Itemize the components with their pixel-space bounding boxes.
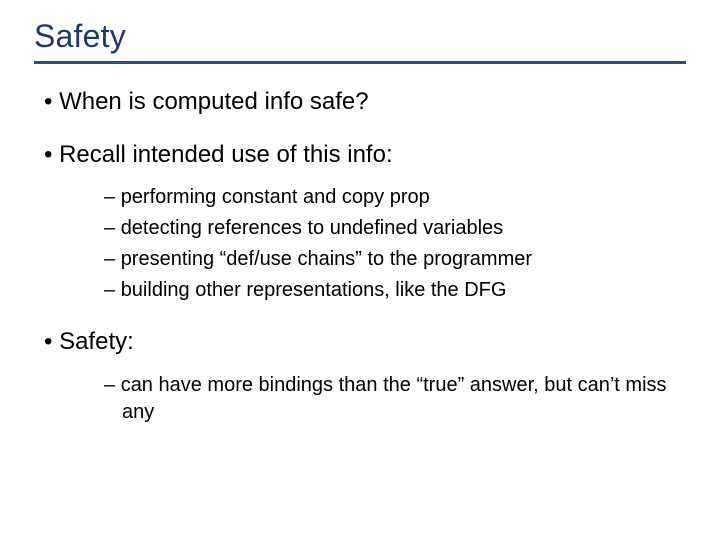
bullet-item: Recall intended use of this info: perfor… — [44, 139, 686, 304]
bullet-text: Safety: — [59, 328, 134, 355]
sub-bullet-text: presenting “def/use chains” to the progr… — [121, 248, 532, 270]
slide-title: Safety — [34, 18, 686, 61]
sub-bullet-text: detecting references to undefined variab… — [121, 217, 503, 239]
bullet-text: When is computed info safe? — [59, 88, 369, 115]
sub-bullet-list: performing constant and copy prop detect… — [62, 184, 686, 304]
sub-bullet-item: building other representations, like the… — [104, 277, 686, 304]
bullet-item: Safety: can have more bindings than the … — [44, 326, 686, 425]
bullet-text: Recall intended use of this info: — [59, 141, 393, 168]
sub-bullet-text: performing constant and copy prop — [121, 186, 430, 208]
sub-bullet-text: building other representations, like the… — [121, 279, 507, 301]
sub-bullet-list: can have more bindings than the “true” a… — [62, 372, 686, 426]
slide: Safety When is computed info safe? Recal… — [0, 0, 720, 540]
title-underline — [34, 61, 686, 64]
sub-bullet-item: presenting “def/use chains” to the progr… — [104, 246, 686, 273]
bullet-item: When is computed info safe? — [44, 86, 686, 117]
sub-bullet-item: performing constant and copy prop — [104, 184, 686, 211]
sub-bullet-item: can have more bindings than the “true” a… — [104, 372, 686, 426]
sub-bullet-text: can have more bindings than the “true” a… — [121, 374, 667, 423]
sub-bullet-item: detecting references to undefined variab… — [104, 215, 686, 242]
bullet-list: When is computed info safe? Recall inten… — [34, 86, 686, 426]
